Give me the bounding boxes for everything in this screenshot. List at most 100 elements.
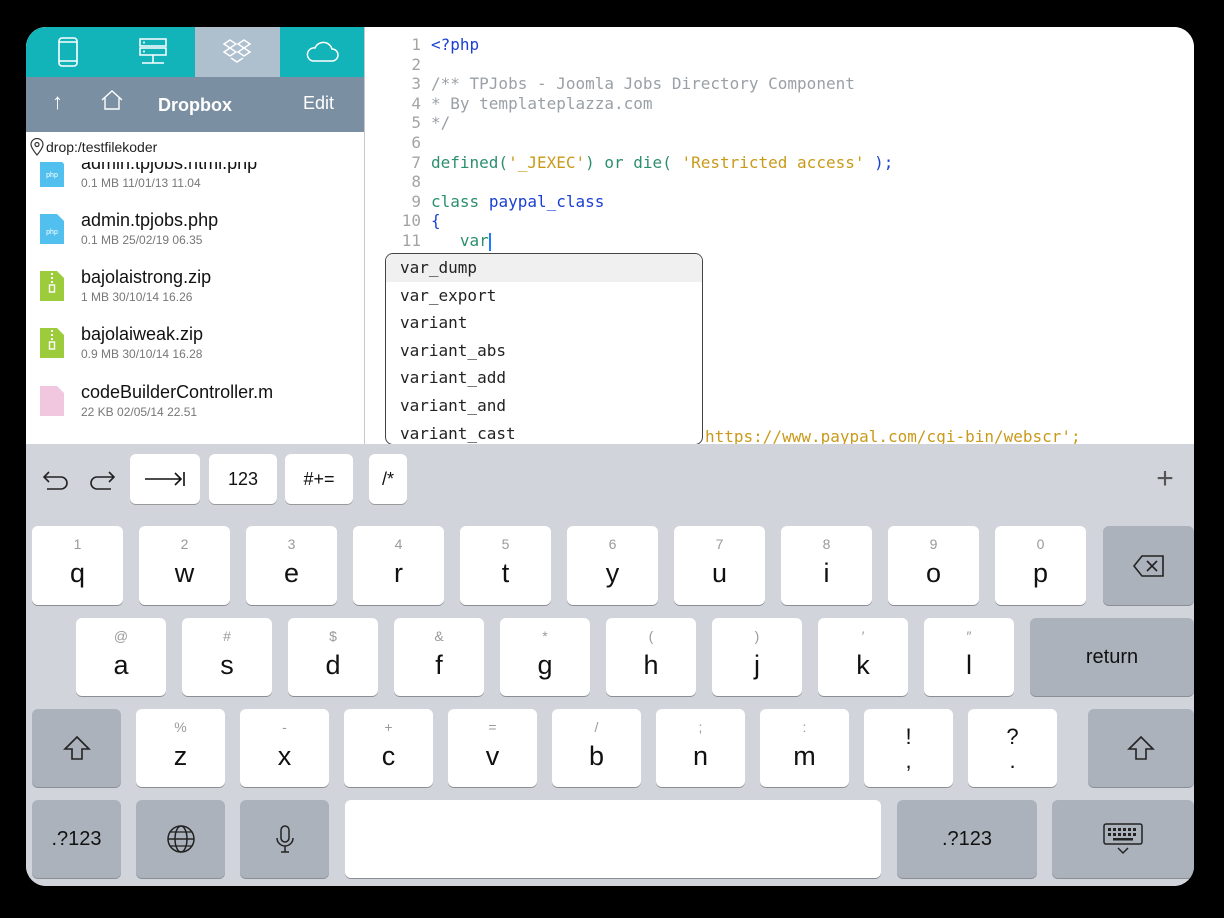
key-g[interactable]: * g	[500, 618, 590, 696]
autocomplete-item[interactable]: variant_abs	[386, 337, 702, 365]
dropbox-icon	[222, 39, 252, 63]
numbers-key-right[interactable]: .?123	[897, 800, 1037, 878]
backspace-icon	[1132, 554, 1164, 577]
numbers-key-left[interactable]: .?123	[32, 800, 121, 878]
list-item[interactable]: bajolaiweak.zip 0.9 MB 30/10/14 16.28	[26, 324, 364, 381]
file-meta: 22 KB 02/05/14 22.51	[81, 405, 198, 419]
tab-arrow-icon	[145, 472, 185, 486]
key-i[interactable]: 8i	[781, 526, 872, 605]
globe-key[interactable]	[136, 800, 225, 878]
key-e[interactable]: 3e	[246, 526, 337, 605]
php-file-icon: php	[40, 162, 64, 187]
shift-key-left[interactable]	[32, 709, 121, 787]
redo-button[interactable]	[84, 454, 120, 504]
key-k[interactable]: ′ k	[818, 618, 908, 696]
list-item[interactable]: codeBuilderController.m 22 KB 02/05/14 2…	[26, 382, 364, 439]
autocomplete-popup: var_dump var_export variant variant_abs …	[385, 253, 703, 444]
redo-icon	[90, 471, 116, 490]
autocomplete-item[interactable]: variant_cast	[386, 420, 702, 444]
backspace-key[interactable]	[1103, 526, 1194, 605]
location-pin-icon	[30, 138, 44, 156]
file-meta: 0.1 MB 11/01/13 11.04	[81, 176, 201, 190]
key-d[interactable]: $ d	[288, 618, 378, 696]
microphone-icon	[275, 825, 294, 853]
symbols-button[interactable]: #+=	[285, 454, 353, 504]
autocomplete-item[interactable]: variant_and	[386, 392, 702, 420]
key-m[interactable]: :m	[760, 709, 849, 787]
key-o[interactable]: 9o	[888, 526, 979, 605]
space-key[interactable]	[345, 800, 881, 878]
add-button[interactable]: +	[1150, 454, 1180, 504]
key-c[interactable]: + c	[344, 709, 433, 787]
autocomplete-item[interactable]: variant	[386, 309, 702, 337]
key-h[interactable]: (h	[606, 618, 696, 696]
key-l[interactable]: ″ l	[924, 618, 1014, 696]
edit-button[interactable]: Edit	[303, 93, 334, 114]
file-meta: 0.9 MB 30/10/14 16.28	[81, 347, 203, 361]
key-r[interactable]: 4r	[353, 526, 444, 605]
phone-icon	[58, 37, 79, 67]
cloud-icon	[306, 41, 339, 62]
code-editor[interactable]: 1 <?php 2 3/** TPJobs - Joomla Jobs Direc…	[365, 27, 1194, 444]
globe-icon	[166, 825, 195, 853]
undo-icon	[42, 471, 68, 490]
file-meta: 1 MB 30/10/14 16.26	[81, 290, 193, 304]
hide-keyboard-key[interactable]	[1052, 800, 1194, 878]
key-question-period[interactable]: ?.	[968, 709, 1057, 787]
tab-dropbox[interactable]	[195, 27, 280, 77]
key-w[interactable]: 2w	[139, 526, 230, 605]
comment-button[interactable]: /*	[369, 454, 407, 504]
onscreen-keyboard: 1q 2w 3e 4r 5t 6y 7u 8i 9o 0p @ a # s $ d &…	[26, 516, 1194, 886]
path-text: drop:/testfilekoder	[46, 139, 158, 155]
key-t[interactable]: 5t	[460, 526, 551, 605]
key-v[interactable]: = v	[448, 709, 537, 787]
server-icon	[139, 38, 167, 64]
key-y[interactable]: 6y	[567, 526, 658, 605]
autocomplete-item[interactable]: variant_add	[386, 364, 702, 392]
key-exclaim-comma[interactable]: !,	[864, 709, 953, 787]
shift-arrow-icon	[1127, 735, 1155, 760]
list-item[interactable]: php admin.tpjobs.html.php 0.1 MB 11/01/1…	[26, 162, 364, 210]
key-x[interactable]: -x	[240, 709, 329, 787]
tab-local-device[interactable]	[26, 27, 111, 77]
zip-file-icon	[40, 271, 64, 301]
svg-text:php: php	[46, 229, 58, 236]
php-file-icon: php	[40, 214, 64, 244]
key-z[interactable]: % z	[136, 709, 225, 787]
numbers-button[interactable]: 123	[209, 454, 277, 504]
tab-server[interactable]	[111, 27, 196, 77]
svg-text:php: php	[46, 172, 58, 179]
key-a[interactable]: @ a	[76, 618, 166, 696]
return-key[interactable]: return	[1030, 618, 1194, 696]
autocomplete-item[interactable]: var_export	[386, 282, 702, 310]
autocomplete-item[interactable]: var_dump	[386, 254, 702, 282]
key-s[interactable]: # s	[182, 618, 272, 696]
list-item[interactable]: bajolaistrong.zip 1 MB 30/10/14 16.26	[26, 267, 364, 324]
key-p[interactable]: 0p	[995, 526, 1086, 605]
dictation-key[interactable]	[240, 800, 329, 878]
editor-toolbar: 123 #+= /* +	[26, 444, 1194, 516]
key-j[interactable]: ) j	[712, 618, 802, 696]
key-u[interactable]: 7u	[674, 526, 765, 605]
ipad-screen: ↑ Dropbox Edit drop:/testfilekoder php a…	[26, 27, 1194, 886]
source-tabs	[26, 27, 364, 77]
file-meta: 0.1 MB 25/02/19 06.35	[81, 233, 203, 247]
file-name: admin.tpjobs.html.php	[81, 162, 258, 173]
file-list[interactable]: php admin.tpjobs.html.php 0.1 MB 11/01/1…	[26, 162, 364, 444]
tab-key-button[interactable]	[130, 454, 200, 504]
key-n[interactable]: ; n	[656, 709, 745, 787]
file-name: bajolaistrong.zip	[81, 267, 212, 287]
tab-cloud[interactable]	[280, 27, 365, 77]
file-sidebar: ↑ Dropbox Edit drop:/testfilekoder php a…	[26, 27, 365, 444]
key-b[interactable]: / b	[552, 709, 641, 787]
key-q[interactable]: 1q	[32, 526, 123, 605]
path-breadcrumb: drop:/testfilekoder	[26, 132, 364, 162]
objc-file-icon	[40, 386, 64, 416]
file-name: admin.tpjobs.php	[81, 210, 219, 230]
shift-key-right[interactable]	[1088, 709, 1194, 787]
key-f[interactable]: & f	[394, 618, 484, 696]
list-item[interactable]: php admin.tpjobs.php 0.1 MB 25/02/19 06.…	[26, 210, 364, 267]
undo-button[interactable]	[38, 454, 74, 504]
file-name: codeBuilderController.m	[81, 382, 274, 402]
file-name: bajolaiweak.zip	[81, 324, 204, 344]
